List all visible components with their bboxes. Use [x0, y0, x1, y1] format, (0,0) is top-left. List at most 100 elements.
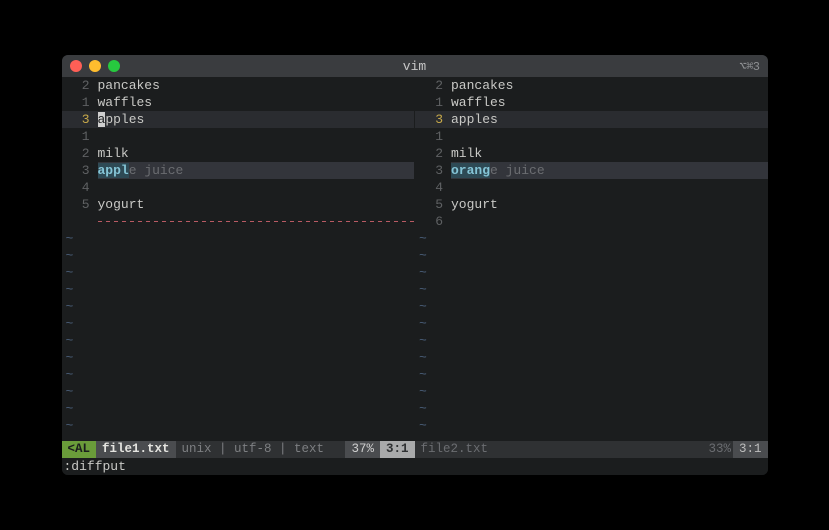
left-fileinfo: unix | utf-8 | text — [176, 441, 331, 458]
diff-rest-span: e juice — [129, 163, 184, 178]
line-number: 2 — [415, 77, 451, 94]
line-text: yogurt — [98, 196, 415, 213]
line-number: 2 — [415, 145, 451, 162]
empty-line-tilde: ~ — [415, 230, 768, 247]
empty-line-tilde: ~ — [415, 400, 768, 417]
mode-indicator: <AL — [62, 441, 97, 458]
line-number: 1 — [415, 94, 451, 111]
right-filename: file2.txt — [415, 441, 495, 458]
line-number: 1 — [62, 94, 98, 111]
line-text: pancakes — [98, 77, 415, 94]
empty-line-tilde: ~ — [62, 417, 415, 434]
line-number: 3 — [415, 162, 451, 179]
line-text: apple juice — [98, 162, 415, 179]
right-position: 3:1 — [733, 441, 768, 458]
buffer-line: 2pancakes — [62, 77, 415, 94]
line-text — [451, 128, 768, 145]
buffer-line: 5yogurt — [415, 196, 768, 213]
window-title: vim — [62, 59, 768, 74]
line-number: 4 — [415, 179, 451, 196]
line-text — [98, 179, 415, 196]
diff-rest-span: e juice — [490, 163, 545, 178]
right-pane[interactable]: 2pancakes1waffles3apples12milk3orange ju… — [415, 77, 768, 441]
line-text: pancakes — [451, 77, 768, 94]
line-text — [98, 128, 415, 145]
empty-line-tilde: ~ — [62, 332, 415, 349]
empty-line-tilde: ~ — [415, 281, 768, 298]
empty-line-tilde: ~ — [62, 247, 415, 264]
right-buffer: 2pancakes1waffles3apples12milk3orange ju… — [415, 77, 768, 441]
line-number: 5 — [415, 196, 451, 213]
line-number: 1 — [415, 128, 451, 145]
left-position: 3:1 — [380, 441, 415, 458]
buffer-line: 4 — [62, 179, 415, 196]
left-percent: 37% — [345, 441, 380, 458]
buffer-line: 4 — [415, 179, 768, 196]
buffer-line: 2milk — [62, 145, 415, 162]
empty-line-tilde: ~ — [415, 298, 768, 315]
empty-line-tilde: ~ — [415, 315, 768, 332]
buffer-line: 1waffles — [415, 94, 768, 111]
line-text: apples — [451, 111, 768, 128]
editor-area: 2pancakes1waffles3apples12milk3apple jui… — [62, 77, 768, 475]
empty-line-tilde: ~ — [62, 383, 415, 400]
left-buffer: 2pancakes1waffles3apples12milk3apple jui… — [62, 77, 415, 441]
line-number — [62, 213, 98, 230]
cursor: a — [98, 112, 106, 127]
line-text: waffles — [451, 94, 768, 111]
left-filename: file1.txt — [96, 441, 176, 458]
line-text — [451, 213, 768, 230]
line-number: 3 — [62, 111, 98, 128]
status-bars: <AL file1.txt unix | utf-8 | text 37% 3:… — [62, 441, 768, 458]
diff-changed-span: appl — [98, 163, 129, 178]
line-number: 5 — [62, 196, 98, 213]
empty-line-tilde: ~ — [62, 400, 415, 417]
empty-line-tilde: ~ — [415, 383, 768, 400]
command-line[interactable]: :diffput — [62, 458, 768, 475]
empty-line-tilde: ~ — [415, 417, 768, 434]
empty-line-tilde: ~ — [415, 247, 768, 264]
line-number: 6 — [415, 213, 451, 230]
titlebar: vim ⌥⌘3 — [62, 55, 768, 77]
empty-line-tilde: ~ — [62, 230, 415, 247]
empty-line-tilde: ~ — [62, 366, 415, 383]
buffer-line: 1 — [415, 128, 768, 145]
buffer-line: 5yogurt — [62, 196, 415, 213]
line-text: milk — [451, 145, 768, 162]
right-statusline: file2.txt 33% 3:1 — [415, 441, 768, 458]
line-number: 2 — [62, 145, 98, 162]
line-number: 3 — [62, 162, 98, 179]
buffer-line — [62, 213, 415, 230]
empty-line-tilde: ~ — [62, 349, 415, 366]
diff-changed-span: orang — [451, 163, 490, 178]
line-number: 3 — [415, 111, 451, 128]
buffer-line: 1waffles — [62, 94, 415, 111]
line-text — [98, 213, 415, 230]
buffer-line: 3apple juice — [62, 162, 415, 179]
empty-line-tilde: ~ — [415, 264, 768, 281]
buffer-line: 3orange juice — [415, 162, 768, 179]
empty-line-tilde: ~ — [62, 281, 415, 298]
empty-line-tilde: ~ — [62, 315, 415, 332]
line-text: orange juice — [451, 162, 768, 179]
left-pane[interactable]: 2pancakes1waffles3apples12milk3apple jui… — [62, 77, 415, 441]
line-text: apples — [98, 111, 415, 128]
line-number: 2 — [62, 77, 98, 94]
line-number: 1 — [62, 128, 98, 145]
buffer-line: 2milk — [415, 145, 768, 162]
left-statusline: <AL file1.txt unix | utf-8 | text 37% 3:… — [62, 441, 415, 458]
line-text — [451, 179, 768, 196]
buffer-line: 6 — [415, 213, 768, 230]
split-panes: 2pancakes1waffles3apples12milk3apple jui… — [62, 77, 768, 441]
line-text: yogurt — [451, 196, 768, 213]
line-text: milk — [98, 145, 415, 162]
right-percent: 33% — [702, 441, 733, 458]
terminal-window: vim ⌥⌘3 2pancakes1waffles3apples12milk3a… — [62, 55, 768, 475]
empty-line-tilde: ~ — [62, 298, 415, 315]
empty-line-tilde: ~ — [415, 349, 768, 366]
buffer-line: 2pancakes — [415, 77, 768, 94]
line-text: waffles — [98, 94, 415, 111]
buffer-line: 3apples — [62, 111, 415, 128]
empty-line-tilde: ~ — [415, 332, 768, 349]
buffer-line: 1 — [62, 128, 415, 145]
